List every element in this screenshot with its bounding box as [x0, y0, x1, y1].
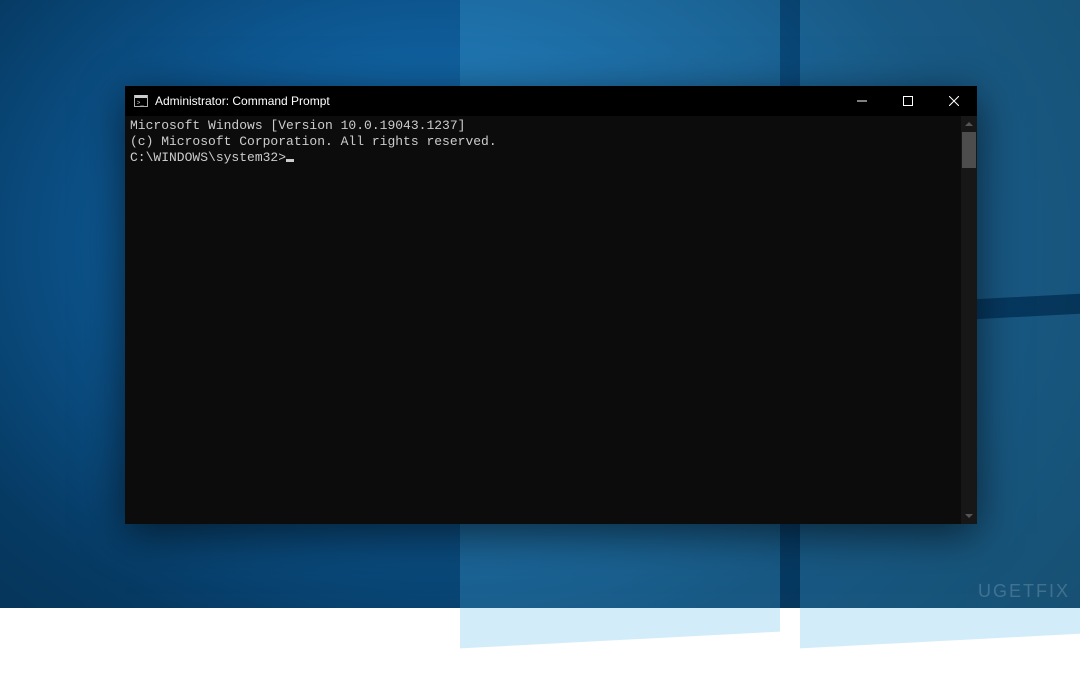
titlebar[interactable]: >_ Administrator: Command Prompt	[125, 86, 977, 116]
minimize-button[interactable]	[839, 86, 885, 116]
scroll-up-button[interactable]	[961, 116, 977, 132]
terminal-line: Microsoft Windows [Version 10.0.19043.12…	[130, 118, 956, 134]
scroll-down-button[interactable]	[961, 508, 977, 524]
chevron-up-icon	[965, 122, 973, 126]
window-title: Administrator: Command Prompt	[155, 94, 330, 108]
svg-text:>_: >_	[137, 99, 145, 106]
watermark-text: UGETFIX	[978, 581, 1070, 601]
watermark: UGETFIX	[978, 581, 1070, 602]
chevron-down-icon	[965, 514, 973, 518]
vertical-scrollbar[interactable]	[961, 116, 977, 524]
window-body: Microsoft Windows [Version 10.0.19043.12…	[125, 116, 977, 524]
terminal-output[interactable]: Microsoft Windows [Version 10.0.19043.12…	[125, 116, 961, 524]
maximize-button[interactable]	[885, 86, 931, 116]
terminal-line: (c) Microsoft Corporation. All rights re…	[130, 134, 956, 150]
window-controls	[839, 86, 977, 116]
terminal-prompt: C:\WINDOWS\system32>	[130, 150, 286, 165]
cursor-icon	[286, 159, 294, 162]
command-prompt-icon: >_	[133, 93, 149, 109]
command-prompt-window: >_ Administrator: Command Prompt Microso…	[125, 86, 977, 524]
close-button[interactable]	[931, 86, 977, 116]
scrollbar-thumb[interactable]	[962, 132, 976, 168]
